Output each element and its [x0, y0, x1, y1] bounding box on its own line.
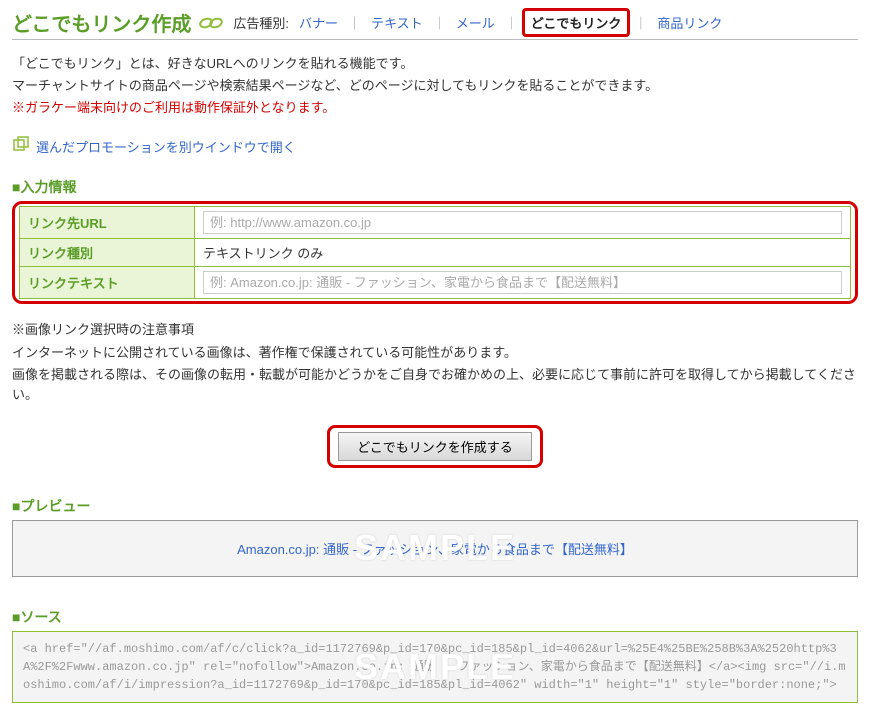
- create-button-row: どこでもリンクを作成する: [12, 425, 858, 468]
- input-table: リンク先URL リンク種別 テキストリンク のみ リンクテキスト: [19, 206, 851, 299]
- nav-mail[interactable]: メール: [450, 11, 501, 34]
- image-note-line1: インターネットに公開されている画像は、著作権で保護されている可能性があります。: [12, 343, 858, 363]
- label-link-url: リンク先URL: [20, 207, 195, 239]
- create-button-highlight: どこでもリンクを作成する: [327, 425, 543, 468]
- page-title: どこでもリンク作成: [12, 8, 191, 37]
- intro-line1: 「どこでもリンク」とは、好きなURLへのリンクを貼れる機能です。: [12, 54, 858, 74]
- image-note-line2: 画像を掲載される際は、その画像の転用・転載が可能かどうかをご自身でお確かめの上、…: [12, 365, 858, 405]
- nav-banner[interactable]: バナー: [293, 11, 344, 34]
- value-link-type: テキストリンク のみ: [195, 239, 851, 267]
- nav-separator: ｜: [348, 13, 361, 32]
- link-chain-icon: [197, 13, 225, 33]
- row-link-url: リンク先URL: [20, 207, 851, 239]
- adtype-nav: バナー ｜ テキスト ｜ メール ｜ どこでもリンク ｜ 商品リンク: [293, 8, 728, 37]
- nav-separator: ｜: [505, 13, 518, 32]
- nav-text[interactable]: テキスト: [365, 11, 429, 34]
- new-window-icon: [12, 136, 30, 157]
- source-box[interactable]: <a href="//af.moshimo.com/af/c/click?a_i…: [12, 631, 858, 703]
- image-note-block: ※画像リンク選択時の注意事項 インターネットに公開されている画像は、著作権で保護…: [12, 320, 858, 405]
- intro-line2: マーチャントサイトの商品ページや検索結果ページなど、どのページに対してもリンクを…: [12, 76, 858, 96]
- preview-link[interactable]: Amazon.co.jp: 通販 - ファッション、家電から食品まで【配送無料】: [237, 542, 633, 557]
- input-table-highlight: リンク先URL リンク種別 テキストリンク のみ リンクテキスト: [12, 201, 858, 304]
- label-link-text: リンクテキスト: [20, 267, 195, 299]
- section-source-head: ■ソース: [12, 607, 858, 627]
- open-window-row: 選んだプロモーションを別ウインドウで開く: [12, 136, 858, 157]
- open-window-link[interactable]: 選んだプロモーションを別ウインドウで開く: [36, 137, 296, 156]
- input-link-url[interactable]: [203, 211, 842, 234]
- intro-block: 「どこでもリンク」とは、好きなURLへのリンクを貼れる機能です。 マーチャントサ…: [12, 54, 858, 118]
- source-code-text: <a href="//af.moshimo.com/af/c/click?a_i…: [23, 642, 846, 692]
- label-link-type: リンク種別: [20, 239, 195, 267]
- row-link-text: リンクテキスト: [20, 267, 851, 299]
- section-preview-head: ■プレビュー: [12, 496, 858, 516]
- adtype-label: 広告種別:: [233, 13, 289, 32]
- input-link-text[interactable]: [203, 271, 842, 294]
- nav-product[interactable]: 商品リンク: [651, 11, 728, 34]
- section-input-head: ■入力情報: [12, 177, 858, 197]
- nav-separator: ｜: [433, 13, 446, 32]
- nav-anywhere-current[interactable]: どこでもリンク: [522, 8, 631, 37]
- create-link-button[interactable]: どこでもリンクを作成する: [338, 432, 532, 461]
- preview-box: Amazon.co.jp: 通販 - ファッション、家電から食品まで【配送無料】…: [12, 520, 858, 577]
- image-note-title: ※画像リンク選択時の注意事項: [12, 320, 858, 340]
- intro-warning: ※ガラケー端末向けのご利用は動作保証外となります。: [12, 98, 858, 118]
- nav-separator: ｜: [634, 13, 647, 32]
- row-link-type: リンク種別 テキストリンク のみ: [20, 239, 851, 267]
- header-row: どこでもリンク作成 広告種別: バナー ｜ テキスト ｜ メール ｜ どこでもリ…: [12, 8, 858, 40]
